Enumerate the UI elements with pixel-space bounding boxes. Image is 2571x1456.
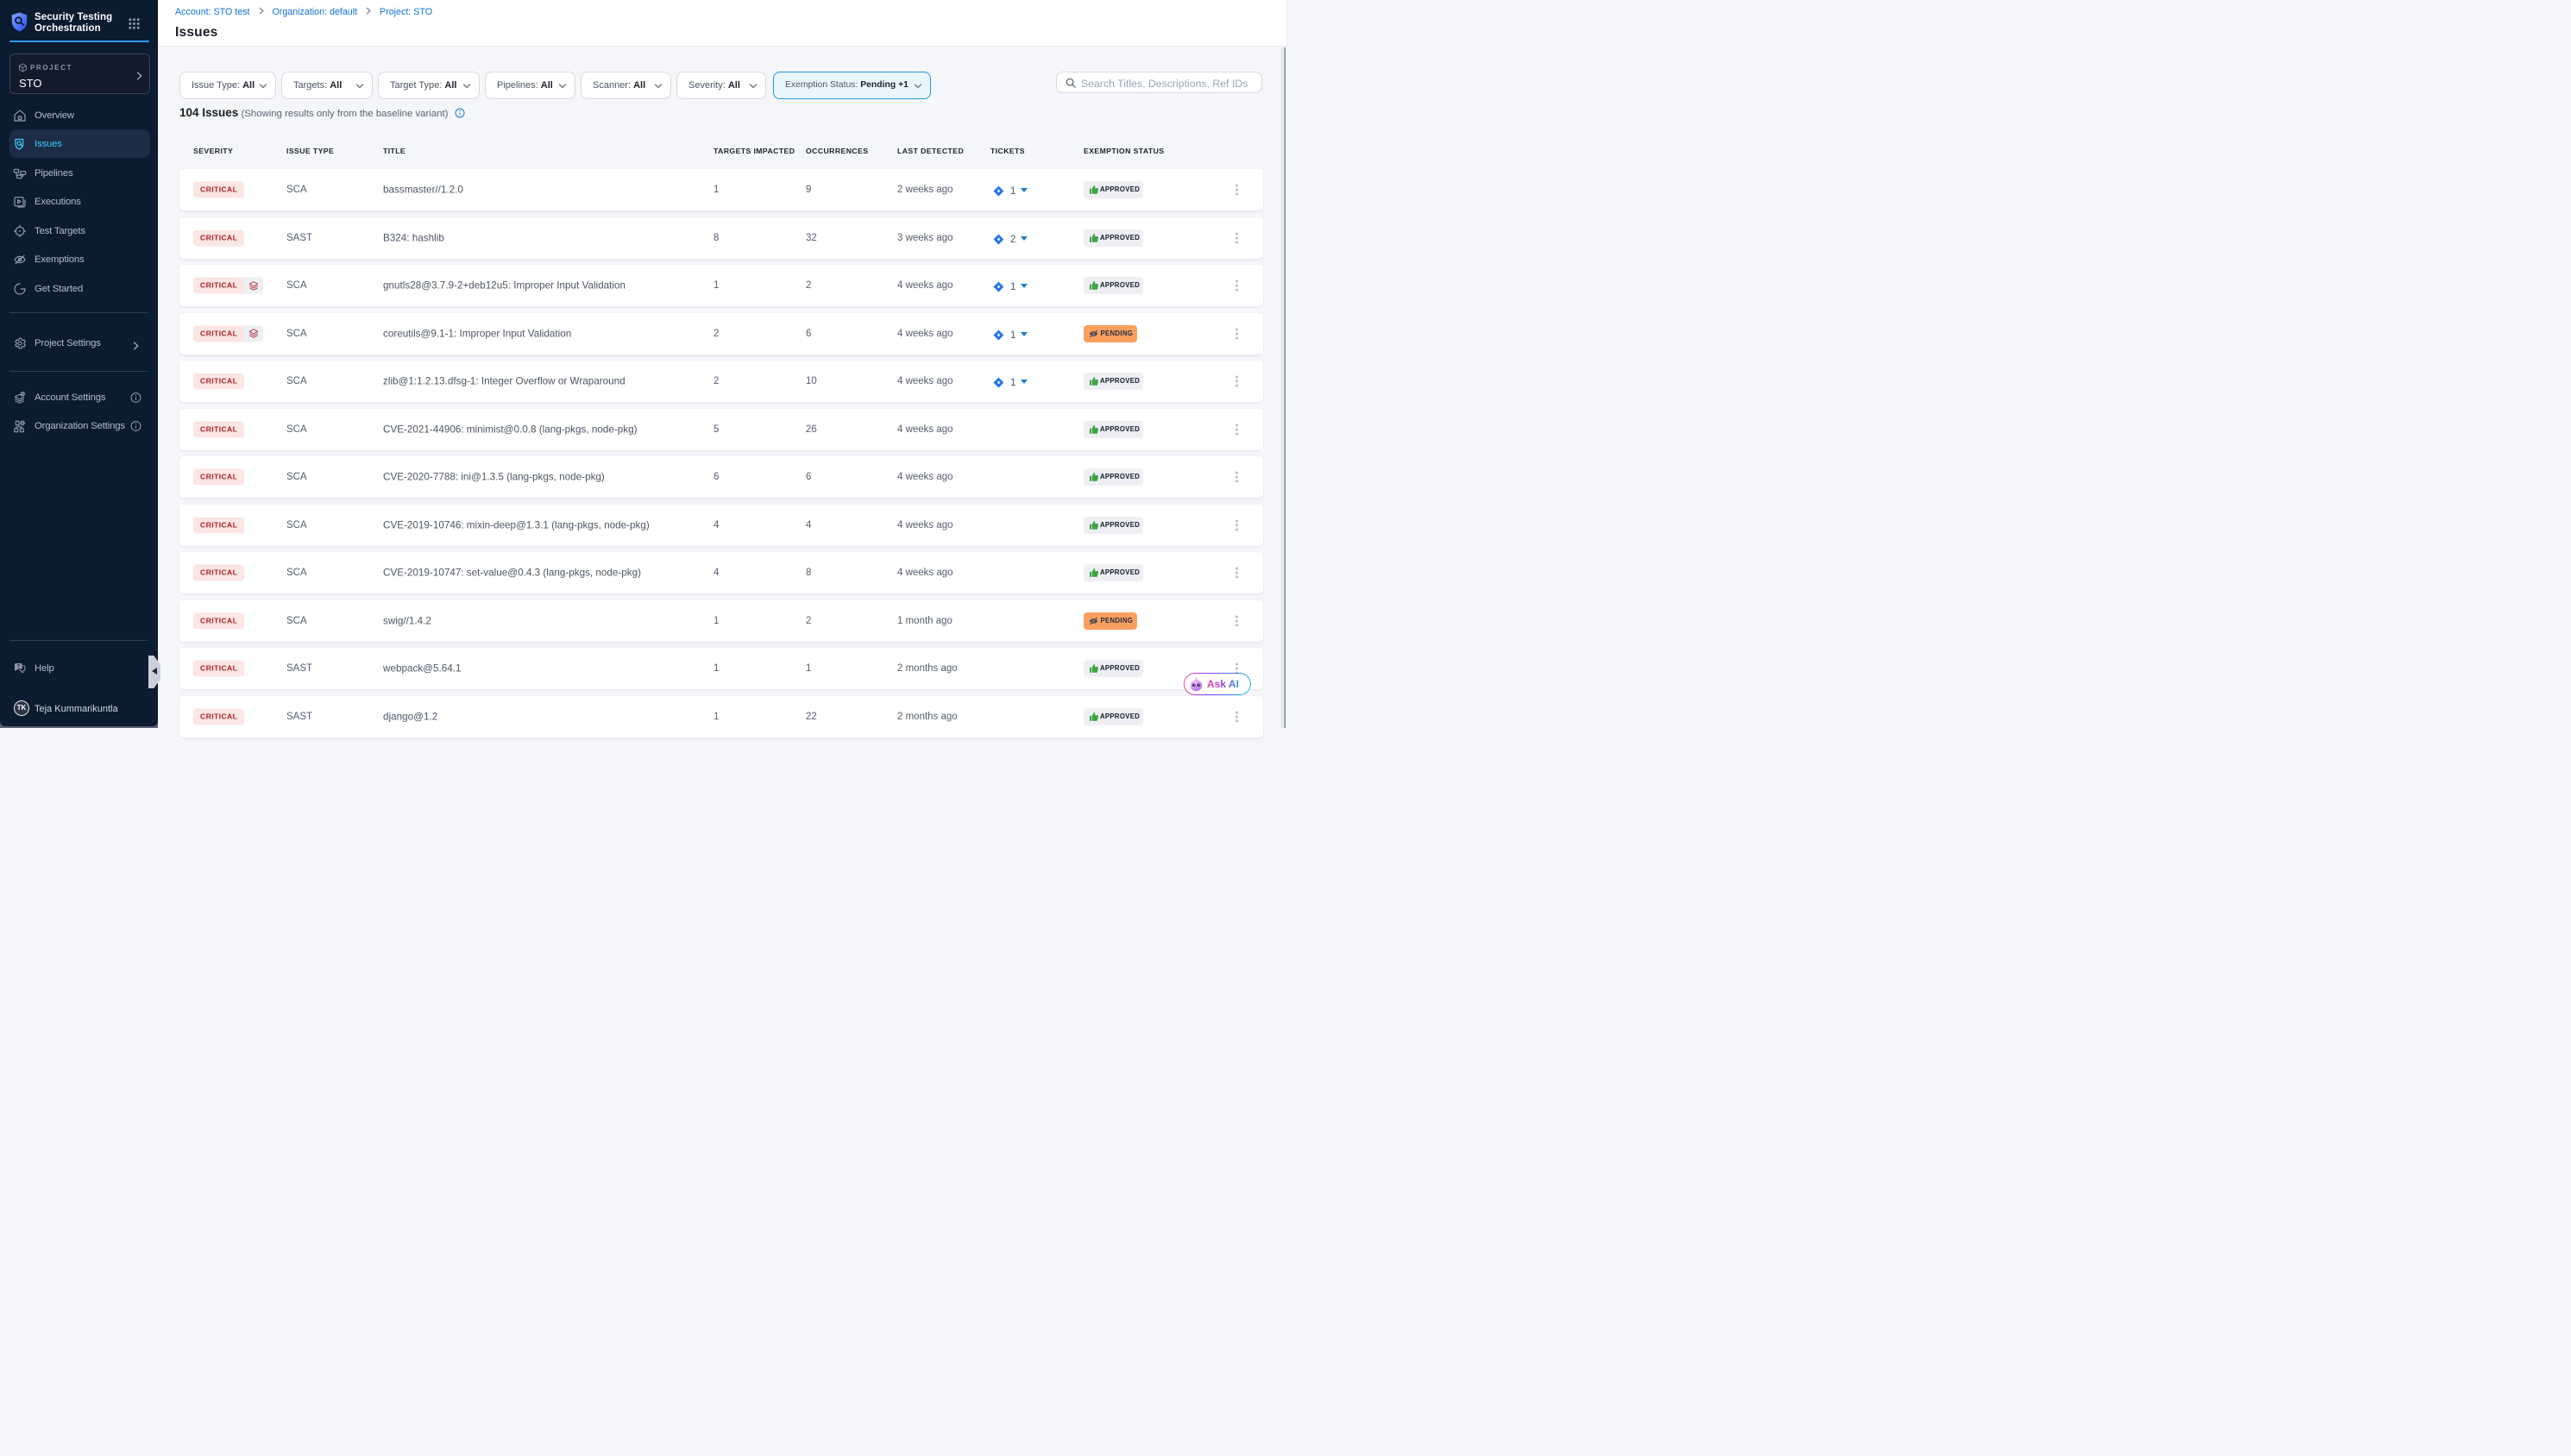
svg-text:?: ? [16,664,20,669]
